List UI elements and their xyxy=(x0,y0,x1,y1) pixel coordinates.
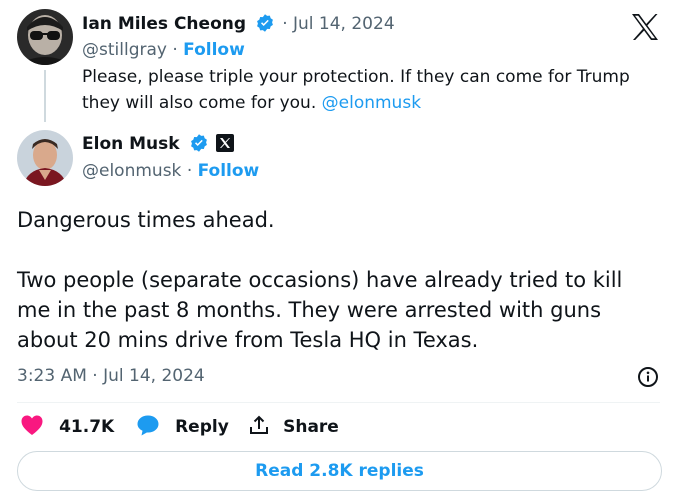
post-text: Dangerous times ahead. Two people (separ… xyxy=(17,205,657,355)
share-label: Share xyxy=(283,417,339,437)
avatar-ian-miles-cheong[interactable] xyxy=(17,9,73,65)
x-affiliate-badge-icon[interactable] xyxy=(215,134,234,156)
info-icon[interactable] xyxy=(637,366,659,388)
like-count: 41.7K xyxy=(59,417,115,437)
follow-button[interactable]: Follow xyxy=(183,40,245,60)
share-icon xyxy=(248,414,270,440)
quoted-text: Please, please triple your protection. I… xyxy=(82,64,662,116)
post-timestamp[interactable]: 3:23 AM · Jul 14, 2024 xyxy=(17,366,205,386)
post-author-name[interactable]: Elon Musk xyxy=(82,134,180,154)
heart-icon xyxy=(20,414,44,440)
divider xyxy=(17,402,660,403)
quoted-date[interactable]: · Jul 14, 2024 xyxy=(282,14,394,34)
quoted-handle-row: @stillgray · Follow xyxy=(82,40,245,60)
like-button[interactable]: 41.7K xyxy=(20,414,114,440)
quoted-header: Ian Miles Cheong · Jul 14, 2024 xyxy=(82,13,395,37)
post-handle-row: @elonmusk · Follow xyxy=(82,161,259,181)
separator-dot: · xyxy=(172,40,178,60)
post-text-line-1: Dangerous times ahead. xyxy=(17,208,275,232)
separator-dot: · xyxy=(186,161,193,181)
x-logo-icon[interactable] xyxy=(630,13,660,41)
post-header: Elon Musk xyxy=(82,133,234,157)
quoted-author-name[interactable]: Ian Miles Cheong xyxy=(82,14,246,34)
read-replies-button[interactable]: Read 2.8K replies xyxy=(17,451,662,491)
thread-line xyxy=(44,70,46,122)
verified-badge-icon xyxy=(189,134,214,153)
reply-bubble-icon xyxy=(136,414,160,440)
post-text-line-2: Two people (separate occasions) have alr… xyxy=(17,268,623,352)
mention-link[interactable]: @elonmusk xyxy=(322,93,421,113)
share-button[interactable]: Share xyxy=(248,414,339,440)
reply-label: Reply xyxy=(175,417,229,437)
post-handle[interactable]: @elonmusk xyxy=(82,161,181,181)
avatar-elon-musk[interactable] xyxy=(17,130,73,186)
verified-badge-icon xyxy=(255,14,280,33)
follow-button[interactable]: Follow xyxy=(198,161,260,181)
reply-button[interactable]: Reply xyxy=(136,414,229,440)
quoted-handle[interactable]: @stillgray xyxy=(82,40,167,60)
